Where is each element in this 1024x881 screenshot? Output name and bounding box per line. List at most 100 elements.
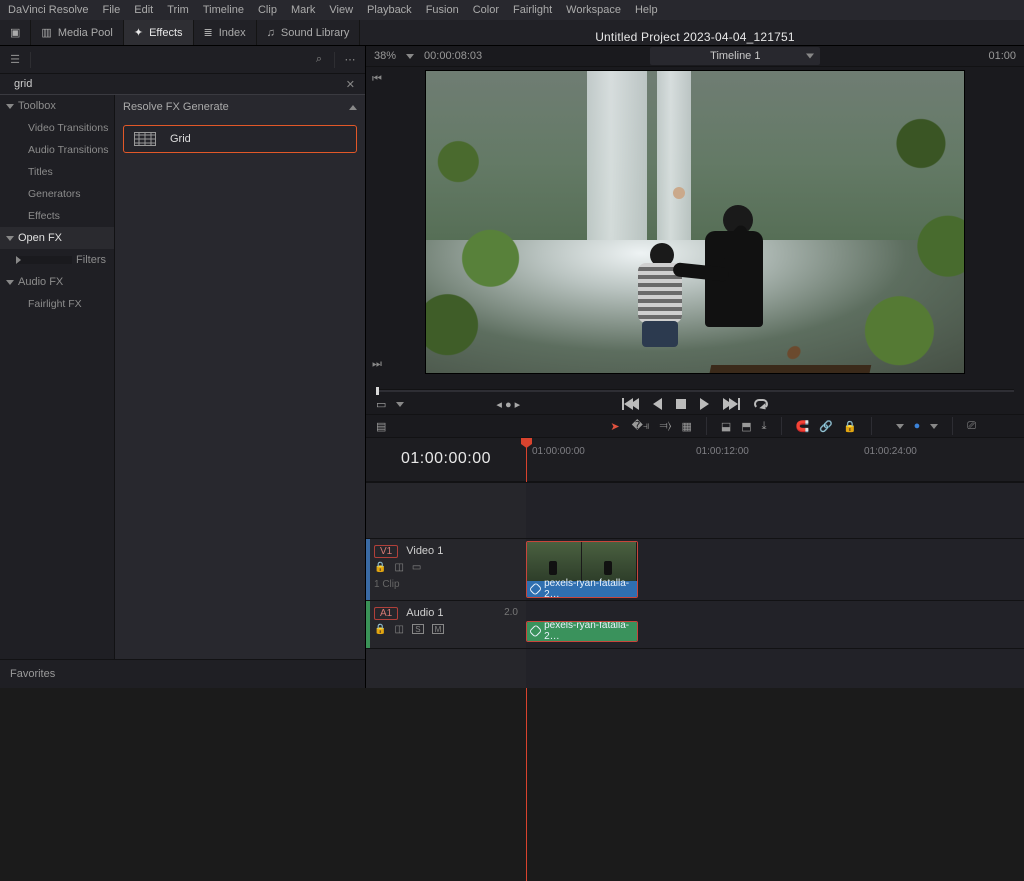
video-track-1[interactable]: V1Video 1 🔒 ◫ ▭ 1 Clip pexels-ryan-fatal… <box>366 538 1024 600</box>
crop-icon[interactable]: ▭ <box>376 398 386 411</box>
search-input[interactable] <box>4 76 340 92</box>
tree-effects[interactable]: Effects <box>0 205 114 227</box>
menu-item[interactable]: Edit <box>134 4 153 16</box>
match-frame-icon[interactable]: ◂ ● ▸ <box>496 398 520 411</box>
auto-select-icon[interactable]: ◫ <box>394 562 403 573</box>
tree-audio-transitions[interactable]: Audio Transitions <box>0 139 114 161</box>
chevron-down-icon <box>396 402 404 407</box>
solo-button[interactable]: S <box>412 624 424 634</box>
timeline-ruler[interactable]: 01:00:00:00 01:00:12:00 01:00:24:00 <box>526 438 1024 481</box>
tree-generators[interactable]: Generators <box>0 183 114 205</box>
timeline-view-icon[interactable]: ▤ <box>376 420 386 433</box>
menu-item[interactable]: DaVinci Resolve <box>8 4 89 16</box>
menu-item[interactable]: Mark <box>291 4 315 16</box>
next-clip-icon[interactable]: ⏭ <box>372 358 382 371</box>
track-lane[interactable]: pexels-ryan-fatalla-2… <box>526 601 1024 648</box>
track-lane[interactable]: pexels-ryan-fatalla-2… <box>526 539 1024 600</box>
link-icon[interactable]: 🔗 <box>819 420 833 433</box>
search-clear-icon[interactable]: ✕ <box>340 78 361 91</box>
track-enable-icon[interactable]: ▭ <box>412 562 421 573</box>
video-clip[interactable]: pexels-ryan-fatalla-2… <box>526 541 638 598</box>
empty-track-row <box>366 648 1024 688</box>
panel-options-icon[interactable]: ⋯ <box>341 53 359 66</box>
blade-tool-icon[interactable]: ▦ <box>681 420 691 433</box>
track-header[interactable]: V1Video 1 🔒 ◫ ▭ 1 Clip <box>366 539 526 600</box>
tree-toolbox[interactable]: Toolbox <box>0 95 114 117</box>
layout-button[interactable]: ▣ <box>0 20 31 45</box>
clip-label: pexels-ryan-fatalla-2… <box>544 578 633 598</box>
search-icon[interactable]: ⌕ <box>310 53 328 66</box>
menu-item[interactable]: Fusion <box>426 4 459 16</box>
effects-category-header[interactable]: Resolve FX Generate <box>115 95 365 119</box>
favorites-section[interactable]: Favorites <box>0 659 365 688</box>
selection-tool[interactable]: ➤ <box>610 420 619 433</box>
effect-label: Grid <box>170 133 191 145</box>
menu-item[interactable]: Fairlight <box>513 4 552 16</box>
track-badge[interactable]: V1 <box>374 545 398 558</box>
link-icon <box>529 582 542 595</box>
replace-icon[interactable]: ⤓ <box>762 420 767 433</box>
index-button[interactable]: ≣Index <box>194 20 257 45</box>
mute-button[interactable]: M <box>432 624 444 634</box>
mixer-icon[interactable]: ⎚ <box>967 420 976 433</box>
menu-item[interactable]: Trim <box>167 4 189 16</box>
sound-library-button[interactable]: ♫Sound Library <box>257 20 361 45</box>
clip-count: 1 Clip <box>374 579 518 590</box>
marker-blue[interactable]: ● <box>914 420 921 432</box>
tree-openfx[interactable]: Open FX <box>0 227 114 249</box>
lock-icon[interactable]: 🔒 <box>374 562 386 573</box>
timeline[interactable]: 01:00:00:00 01:00:00:00 01:00:12:00 01:0… <box>366 438 1024 688</box>
panel-menu-icon[interactable]: ☰ <box>6 53 24 66</box>
trim-tool-icon[interactable]: �⫣ <box>632 419 650 433</box>
menu-item[interactable]: File <box>103 4 121 16</box>
go-end-button[interactable] <box>723 398 740 410</box>
tree-titles[interactable]: Titles <box>0 161 114 183</box>
effects-tree[interactable]: Toolbox Video Transitions Audio Transiti… <box>0 95 114 659</box>
chevron-down-icon <box>6 236 14 241</box>
tree-filters[interactable]: Filters <box>0 249 114 271</box>
playhead[interactable] <box>521 438 532 448</box>
program-viewer[interactable]: ⏮ ⏭ <box>366 67 1024 377</box>
effects-button[interactable]: ✦ Effects <box>124 20 194 45</box>
menu-item[interactable]: View <box>329 4 353 16</box>
tree-fairlight-fx[interactable]: Fairlight FX <box>0 293 114 315</box>
play-button[interactable] <box>700 398 709 410</box>
prev-clip-icon[interactable]: ⏮ <box>372 73 382 86</box>
lock-icon[interactable]: 🔒 <box>843 420 857 433</box>
effects-label: Effects <box>149 27 182 39</box>
loop-button[interactable] <box>754 399 768 409</box>
timeline-selector[interactable]: Timeline 1 <box>650 47 820 65</box>
auto-select-icon[interactable]: ◫ <box>394 624 403 635</box>
menu-item[interactable]: Color <box>473 4 499 16</box>
menu-item[interactable]: Timeline <box>203 4 244 16</box>
tree-audiofx[interactable]: Audio FX <box>0 271 114 293</box>
viewer-scrubber[interactable] <box>376 381 1014 394</box>
app-menubar[interactable]: DaVinci Resolve File Edit Trim Timeline … <box>0 0 1024 20</box>
sound-library-label: Sound Library <box>281 27 350 39</box>
audio-track-1[interactable]: 2.0 A1Audio 1 🔒 ◫ S M pexels-ryan-fatall… <box>366 600 1024 648</box>
track-header[interactable]: 2.0 A1Audio 1 🔒 ◫ S M <box>366 601 526 648</box>
insert-icon[interactable]: ⬓ <box>721 420 731 433</box>
audio-clip[interactable]: pexels-ryan-fatalla-2… <box>526 621 638 642</box>
lock-icon[interactable]: 🔒 <box>374 624 386 635</box>
master-timecode[interactable]: 01:00:00:00 <box>366 450 526 468</box>
snap-icon[interactable]: 🧲 <box>796 420 810 433</box>
tree-video-transitions[interactable]: Video Transitions <box>0 117 114 139</box>
search-field[interactable]: ✕ <box>0 74 365 95</box>
menu-item[interactable]: Help <box>635 4 658 16</box>
zoom-percent[interactable]: 38% <box>374 50 396 62</box>
menu-item[interactable]: Workspace <box>566 4 621 16</box>
tree-label: Audio FX <box>18 276 63 288</box>
overwrite-icon[interactable]: ⬒ <box>741 420 751 433</box>
go-start-button[interactable] <box>622 398 639 410</box>
menu-item[interactable]: Clip <box>258 4 277 16</box>
stop-button[interactable] <box>676 399 686 409</box>
trim-tool-icon[interactable]: ⫤⟩ <box>660 420 672 433</box>
track-badge[interactable]: A1 <box>374 607 398 620</box>
menu-item[interactable]: Playback <box>367 4 412 16</box>
effects-icon: ✦ <box>134 26 143 39</box>
effects-results: Resolve FX Generate Grid <box>114 95 365 659</box>
effect-grid[interactable]: Grid <box>123 125 357 153</box>
media-pool-button[interactable]: ▥Media Pool <box>31 20 123 45</box>
play-reverse-button[interactable] <box>653 398 662 410</box>
